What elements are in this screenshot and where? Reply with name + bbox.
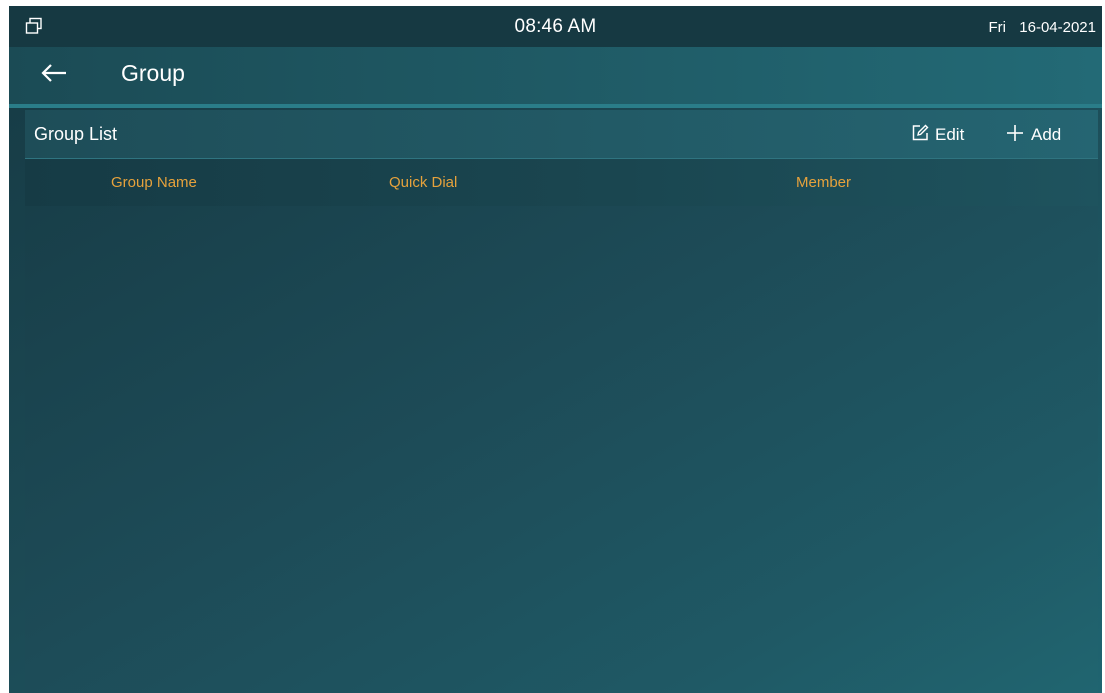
edit-icon: [911, 124, 929, 147]
panel-title: Group List: [34, 124, 118, 144]
group-table-body: [25, 206, 1098, 693]
panel-header: Group List Edit Add: [25, 110, 1098, 159]
edit-button[interactable]: Edit: [911, 122, 964, 148]
title-bar: Group: [9, 47, 1102, 108]
status-bar: 08:46 AM Fri 16-04-2021: [9, 6, 1102, 47]
back-button[interactable]: [37, 60, 71, 90]
arrow-left-icon: [40, 63, 68, 88]
plus-icon: [1005, 123, 1025, 148]
group-list-panel: Group List Edit Add Group Name Quick Dia…: [25, 110, 1098, 693]
column-member: Member: [796, 174, 852, 191]
edit-label: Edit: [935, 125, 965, 144]
status-date: 16-04-2021: [1019, 19, 1096, 36]
add-label: Add: [1031, 125, 1062, 144]
status-day: Fri: [988, 19, 1007, 36]
status-time: 08:46 AM: [514, 16, 597, 37]
page-title: Group: [121, 60, 185, 86]
column-quick-dial: Quick Dial: [389, 174, 458, 191]
column-group-name: Group Name: [111, 174, 197, 191]
device-screen: 08:46 AM Fri 16-04-2021 Group Group List: [9, 6, 1102, 693]
table-header: Group Name Quick Dial Member: [25, 159, 1098, 206]
add-button[interactable]: Add: [1005, 122, 1061, 148]
